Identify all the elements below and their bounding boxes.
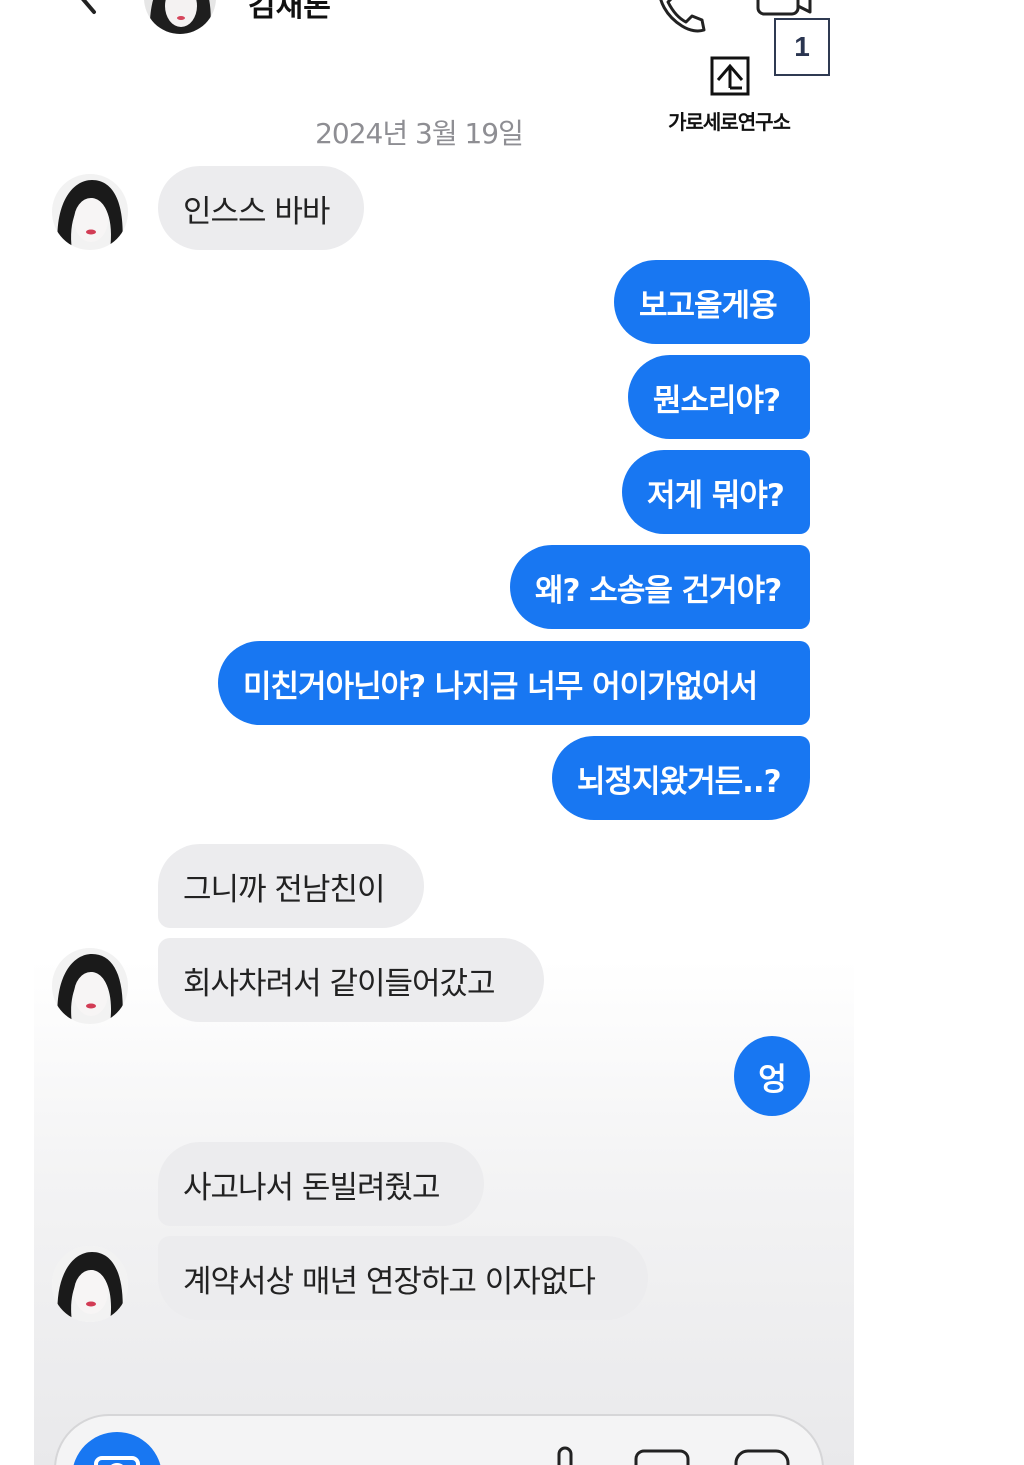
date-separator: 2024년 3월 19일 xyxy=(315,117,524,150)
sticker-button[interactable] xyxy=(732,1448,792,1465)
outgoing-message[interactable]: 뇌정지왔거든..? xyxy=(552,736,810,820)
back-button[interactable] xyxy=(68,0,108,22)
sticker-icon xyxy=(734,1449,790,1465)
message-input-bar[interactable] xyxy=(54,1414,824,1465)
sender-avatar-image xyxy=(52,1246,128,1322)
watermark-logo-icon xyxy=(710,56,750,96)
incoming-message[interactable]: 인스스 바바 xyxy=(158,166,364,250)
sender-avatar-image xyxy=(52,948,128,1024)
camera-button[interactable] xyxy=(72,1432,162,1465)
incoming-message[interactable]: 계약서상 매년 연장하고 이자없다 xyxy=(158,1236,648,1320)
sender-avatar[interactable] xyxy=(52,948,128,1024)
chevron-left-icon xyxy=(81,0,96,14)
outgoing-message[interactable]: 미친거아닌야? 나지금 너무 어이가없어서 xyxy=(218,641,810,725)
camera-icon xyxy=(94,1456,140,1465)
notification-badge: 1 xyxy=(774,18,830,76)
chat-screen: 김재론 1 가로세로연구소 2024년 3월 19일 인스스 바바 보고올게용 … xyxy=(34,0,854,1465)
outgoing-message[interactable]: 엉 xyxy=(734,1036,810,1116)
call-button[interactable] xyxy=(652,0,712,36)
image-icon xyxy=(634,1449,690,1465)
outgoing-message[interactable]: 저게 뭐야? xyxy=(622,450,810,534)
gallery-button[interactable] xyxy=(632,1448,692,1465)
incoming-message[interactable]: 회사차려서 같이들어갔고 xyxy=(158,938,544,1022)
sender-avatar[interactable] xyxy=(52,174,128,250)
incoming-message[interactable]: 그니까 전남친이 xyxy=(158,844,424,928)
contact-name: 김재론 xyxy=(248,0,331,24)
sender-avatar[interactable] xyxy=(52,1246,128,1322)
watermark-text: 가로세로연구소 xyxy=(668,110,791,134)
sender-avatar-image xyxy=(52,174,128,250)
microphone-icon xyxy=(557,1446,573,1465)
contact-avatar[interactable] xyxy=(144,0,216,34)
phone-icon xyxy=(659,0,706,33)
outgoing-message[interactable]: 왜? 소송을 건거야? xyxy=(510,545,810,629)
outgoing-message[interactable]: 뭔소리야? xyxy=(628,355,810,439)
microphone-button[interactable] xyxy=(550,1446,580,1465)
incoming-message[interactable]: 사고나서 돈빌려줬고 xyxy=(158,1142,484,1226)
contact-avatar-image xyxy=(144,0,216,34)
outgoing-message[interactable]: 보고올게용 xyxy=(614,260,810,344)
